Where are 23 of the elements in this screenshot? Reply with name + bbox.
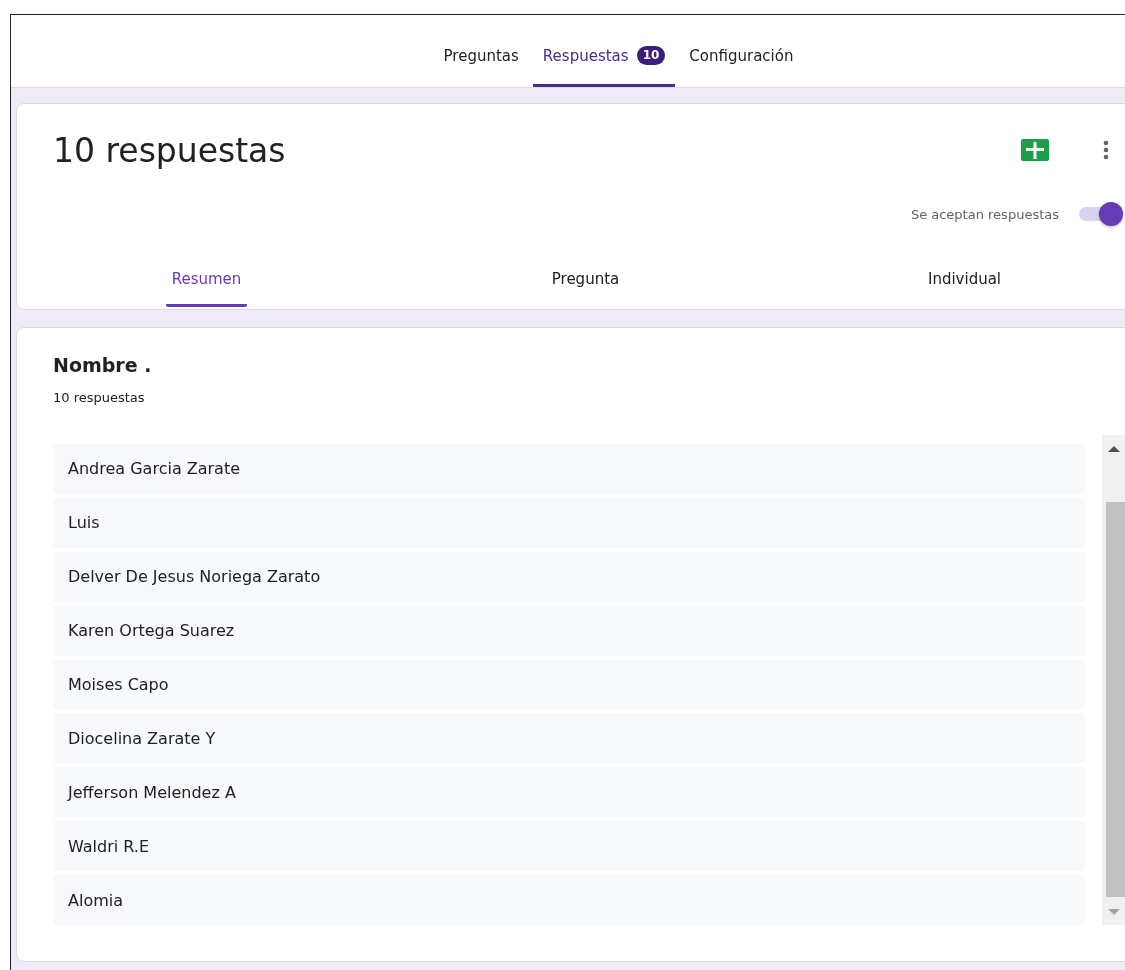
question-title: Nombre . (53, 354, 153, 376)
answer-row: Alomia (53, 875, 1085, 925)
more-options-icon[interactable] (1103, 140, 1109, 160)
answer-row: Andrea Garcia Zarate (53, 444, 1085, 494)
response-count: 10 respuestas (53, 390, 146, 405)
count-badge: 10 (636, 46, 666, 65)
answer-row: Luis (53, 497, 1085, 548)
response-count-title: 10 respuestas (53, 130, 287, 170)
answer-row: Waldri R.E (53, 821, 1085, 872)
answer-row: Jefferson Melendez A (53, 767, 1085, 818)
nav-tab[interactable]: Configuración (679, 15, 804, 87)
view-tab[interactable]: Individual (775, 249, 1125, 309)
answer-row: Karen Ortega Suarez (53, 605, 1085, 656)
view-tab[interactable]: Resumen (17, 249, 396, 309)
answer-row: Diocelina Zarate Y (53, 713, 1085, 764)
accepting-responses-label: Se aceptan respuestas (910, 206, 1059, 222)
nav-tab[interactable]: Preguntas (433, 15, 529, 87)
view-tab[interactable]: Pregunta (396, 249, 775, 309)
nav-tab[interactable]: Respuestas 10 (532, 15, 676, 87)
answer-row: Delver De Jesus Noriega Zarato (53, 551, 1085, 602)
scrollbar[interactable] (1102, 435, 1125, 925)
spreadsheet-icon[interactable] (1021, 139, 1049, 161)
answer-row: Moises Capo (53, 659, 1085, 710)
